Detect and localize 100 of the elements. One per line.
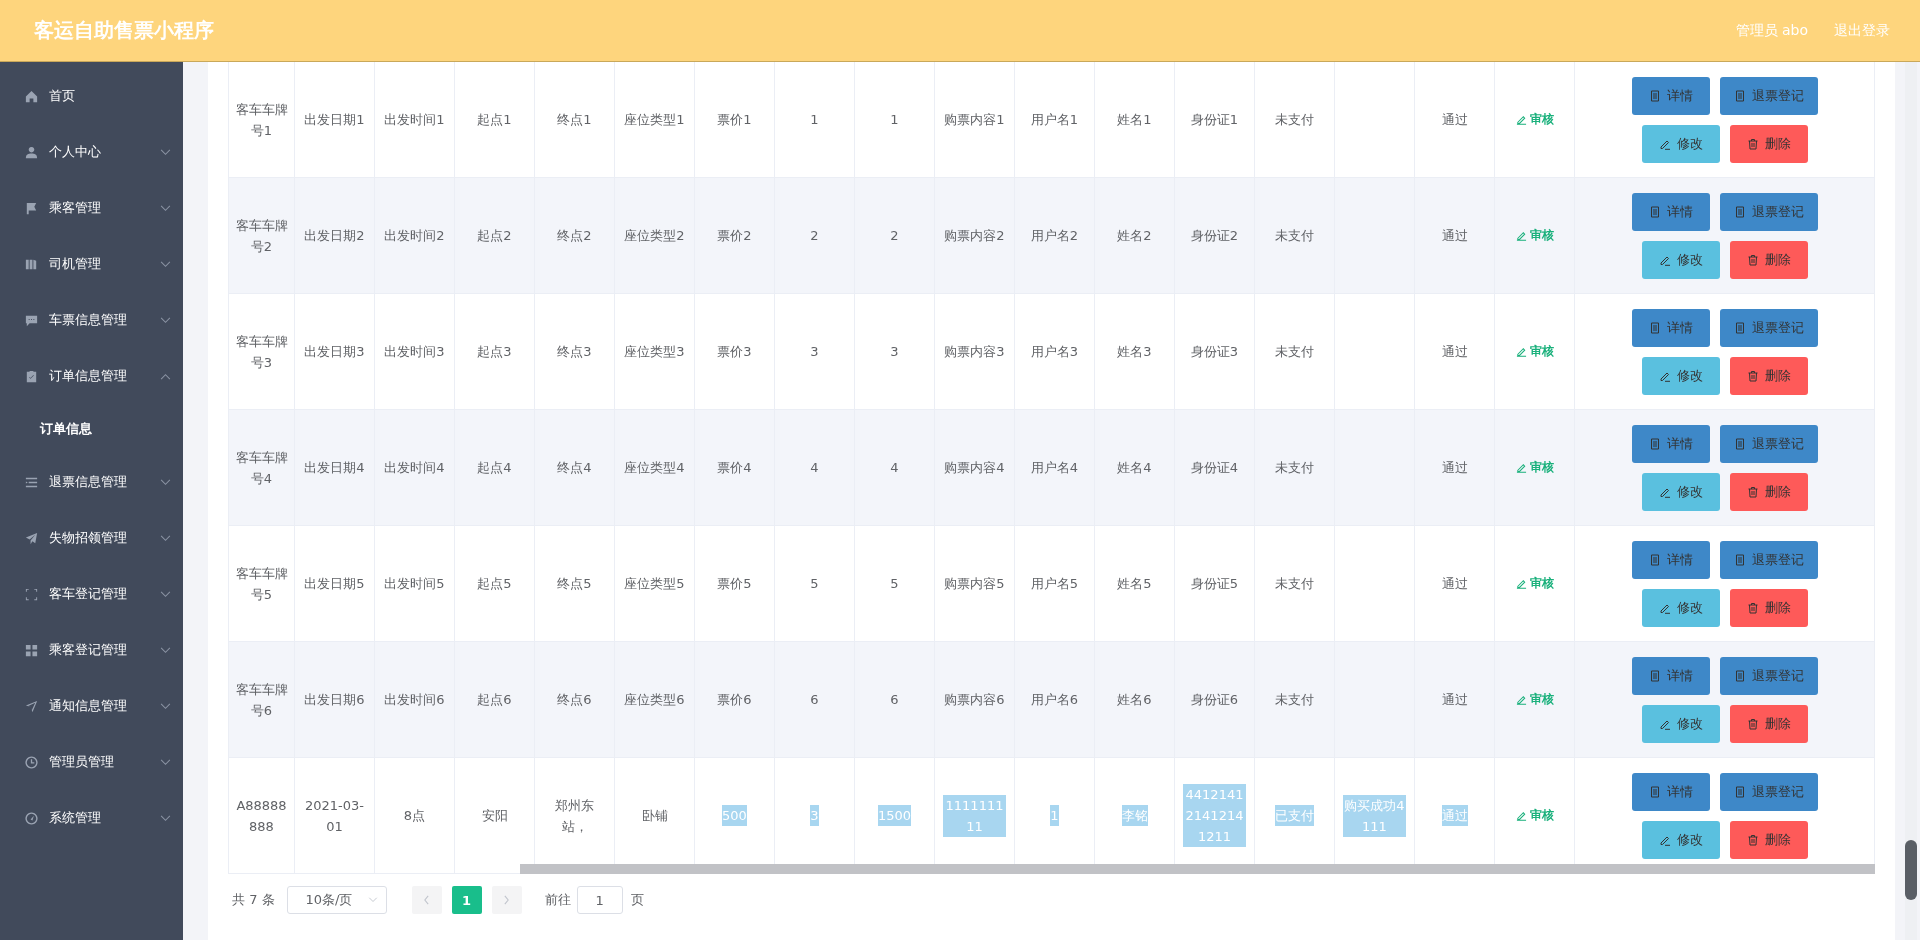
- detail-button[interactable]: 详情: [1631, 192, 1710, 231]
- horizontal-scrollbar[interactable]: [520, 864, 1875, 874]
- refund-button[interactable]: 退票登记: [1719, 772, 1818, 811]
- table-cell-text: 通过: [1441, 459, 1468, 477]
- sidebar-item[interactable]: 乘客管理: [0, 180, 183, 236]
- table-cell-text: 出发时间3: [384, 343, 445, 361]
- review-link[interactable]: 审核: [1515, 457, 1554, 478]
- edit-button[interactable]: 修改: [1641, 588, 1720, 627]
- table-cell-text: 票价6: [717, 691, 752, 709]
- delete-button[interactable]: 删除: [1729, 124, 1808, 163]
- table-cell-text: 通过: [1441, 111, 1468, 129]
- delete-button[interactable]: 删除: [1729, 588, 1808, 627]
- document-icon: [1733, 553, 1746, 566]
- table-cell-text: 身份证1: [1190, 111, 1239, 129]
- refund-button[interactable]: 退票登记: [1719, 308, 1818, 347]
- review-link[interactable]: 审核: [1515, 573, 1554, 594]
- table-cell-text: 购票内容1: [944, 111, 1005, 129]
- delete-button[interactable]: 删除: [1729, 472, 1808, 511]
- sidebar-item[interactable]: 系统管理: [0, 790, 183, 846]
- table-cell-text: 座位类型2: [624, 227, 685, 245]
- trash-icon: [1746, 137, 1759, 150]
- table-cell-text: 未支付: [1275, 111, 1314, 129]
- review-link[interactable]: 审核: [1515, 689, 1554, 710]
- detail-button[interactable]: 详情: [1631, 308, 1710, 347]
- page-number[interactable]: 1: [451, 886, 482, 914]
- table-cell-text: 购票内容6: [944, 691, 1005, 709]
- sidebar-item[interactable]: 乘客登记管理: [0, 622, 183, 678]
- review-link[interactable]: 审核: [1515, 109, 1554, 130]
- table-cell-text: 票价5: [717, 575, 752, 593]
- refund-button[interactable]: 退票登记: [1719, 424, 1818, 463]
- review-link[interactable]: 审核: [1515, 805, 1554, 826]
- edit-button[interactable]: 修改: [1641, 124, 1720, 163]
- clipboard-icon: [24, 368, 39, 384]
- sidebar-item[interactable]: 车票信息管理: [0, 292, 183, 348]
- app-title: 客运自助售票小程序: [34, 17, 214, 44]
- table-cell-text: 姓名6: [1117, 691, 1152, 709]
- delete-button[interactable]: 删除: [1729, 820, 1808, 859]
- refund-button[interactable]: 退票登记: [1719, 76, 1818, 115]
- table-cell-text: 终点1: [557, 111, 592, 129]
- document-icon: [1733, 437, 1746, 450]
- trash-icon: [1746, 833, 1759, 846]
- table-cell-text: 通过: [1441, 343, 1468, 361]
- refund-button[interactable]: 退票登记: [1719, 540, 1818, 579]
- refund-button[interactable]: 退票登记: [1719, 192, 1818, 231]
- navigation-icon: [24, 698, 39, 714]
- trash-icon: [1746, 601, 1759, 614]
- table-cell-text: 客车车牌号1: [234, 100, 289, 140]
- trash-icon: [1746, 369, 1759, 382]
- table-cell-text: 安阳: [481, 807, 508, 825]
- review-link[interactable]: 审核: [1515, 225, 1554, 246]
- sidebar-item[interactable]: 管理员管理: [0, 734, 183, 790]
- detail-button[interactable]: 详情: [1631, 772, 1710, 811]
- sidebar-item[interactable]: 司机管理: [0, 236, 183, 292]
- sidebar-item[interactable]: 客车登记管理: [0, 566, 183, 622]
- edit-button[interactable]: 修改: [1641, 356, 1720, 395]
- delete-button[interactable]: 删除: [1729, 240, 1808, 279]
- page-input[interactable]: 1: [576, 886, 623, 914]
- pencil-icon: [1515, 114, 1527, 125]
- sidebar-item[interactable]: 订单信息管理: [0, 348, 183, 404]
- edit-button[interactable]: 修改: [1641, 704, 1720, 743]
- sidebar-subitem[interactable]: 订单信息: [0, 404, 183, 454]
- detail-button[interactable]: 详情: [1631, 540, 1710, 579]
- document-icon: [1648, 553, 1661, 566]
- sidebar-item[interactable]: 退票信息管理: [0, 454, 183, 510]
- document-icon: [1648, 437, 1661, 450]
- detail-button[interactable]: 详情: [1631, 656, 1710, 695]
- pencil-icon: [1515, 346, 1527, 357]
- detail-button[interactable]: 详情: [1631, 424, 1710, 463]
- document-icon: [1648, 669, 1661, 682]
- next-page-button[interactable]: [491, 886, 522, 914]
- table-cell-text: 3: [810, 343, 819, 361]
- review-link[interactable]: 审核: [1515, 341, 1554, 362]
- table-cell-text: 姓名5: [1117, 575, 1152, 593]
- table-cell-text: 客车车牌号5: [234, 564, 289, 604]
- table-cell-text: 座位类型6: [624, 691, 685, 709]
- sidebar-item[interactable]: 首页: [0, 68, 183, 124]
- edit-button[interactable]: 修改: [1641, 820, 1720, 859]
- table-cell: 已支付: [1275, 805, 1314, 826]
- page-size-select[interactable]: 10条/页: [286, 886, 387, 914]
- document-icon: [1733, 89, 1746, 102]
- table-cell-text: 通过: [1441, 691, 1468, 709]
- sidebar-item[interactable]: 失物招领管理: [0, 510, 183, 566]
- sidebar-item[interactable]: 个人中心: [0, 124, 183, 180]
- edit-button[interactable]: 修改: [1641, 472, 1720, 511]
- refund-button[interactable]: 退票登记: [1719, 656, 1818, 695]
- table-cell-text: 票价2: [717, 227, 752, 245]
- delete-button[interactable]: 删除: [1729, 704, 1808, 743]
- table-cell-text: 座位类型3: [624, 343, 685, 361]
- table-cell-text: 出发时间4: [384, 459, 445, 477]
- vertical-scrollbar[interactable]: [1905, 62, 1917, 940]
- table-cell-text: 未支付: [1275, 691, 1314, 709]
- sidebar-item[interactable]: 通知信息管理: [0, 678, 183, 734]
- edit-button[interactable]: 修改: [1641, 240, 1720, 279]
- home-icon: [24, 88, 39, 104]
- table-cell: 441214121412141211: [1183, 784, 1246, 847]
- delete-button[interactable]: 删除: [1729, 356, 1808, 395]
- detail-button[interactable]: 详情: [1631, 76, 1710, 115]
- previous-page-button[interactable]: [411, 886, 442, 914]
- document-icon: [1648, 321, 1661, 334]
- table-cell-text: 起点6: [477, 691, 512, 709]
